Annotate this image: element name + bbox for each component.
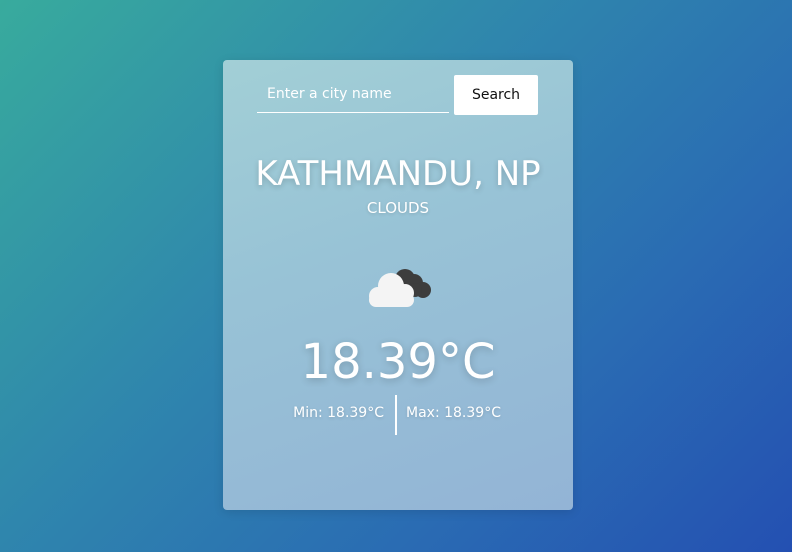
city-search-input[interactable] <box>257 75 449 113</box>
min-max-row: Min: 18.39°C Max: 18.39°C <box>223 395 573 435</box>
divider <box>395 395 397 435</box>
city-name: KATHMANDU, NP <box>255 154 541 194</box>
temperature: 18.39°C <box>300 334 496 390</box>
search-bar: Search <box>257 75 539 115</box>
search-button[interactable]: Search <box>454 75 538 115</box>
max-temperature: Max: 18.39°C <box>406 405 501 421</box>
cloud-icon <box>363 260 435 310</box>
min-temperature: Min: 18.39°C <box>293 405 384 421</box>
weather-card: Search KATHMANDU, NP CLOUDS 18.39°C Min:… <box>223 60 573 510</box>
weather-condition: CLOUDS <box>366 199 430 217</box>
